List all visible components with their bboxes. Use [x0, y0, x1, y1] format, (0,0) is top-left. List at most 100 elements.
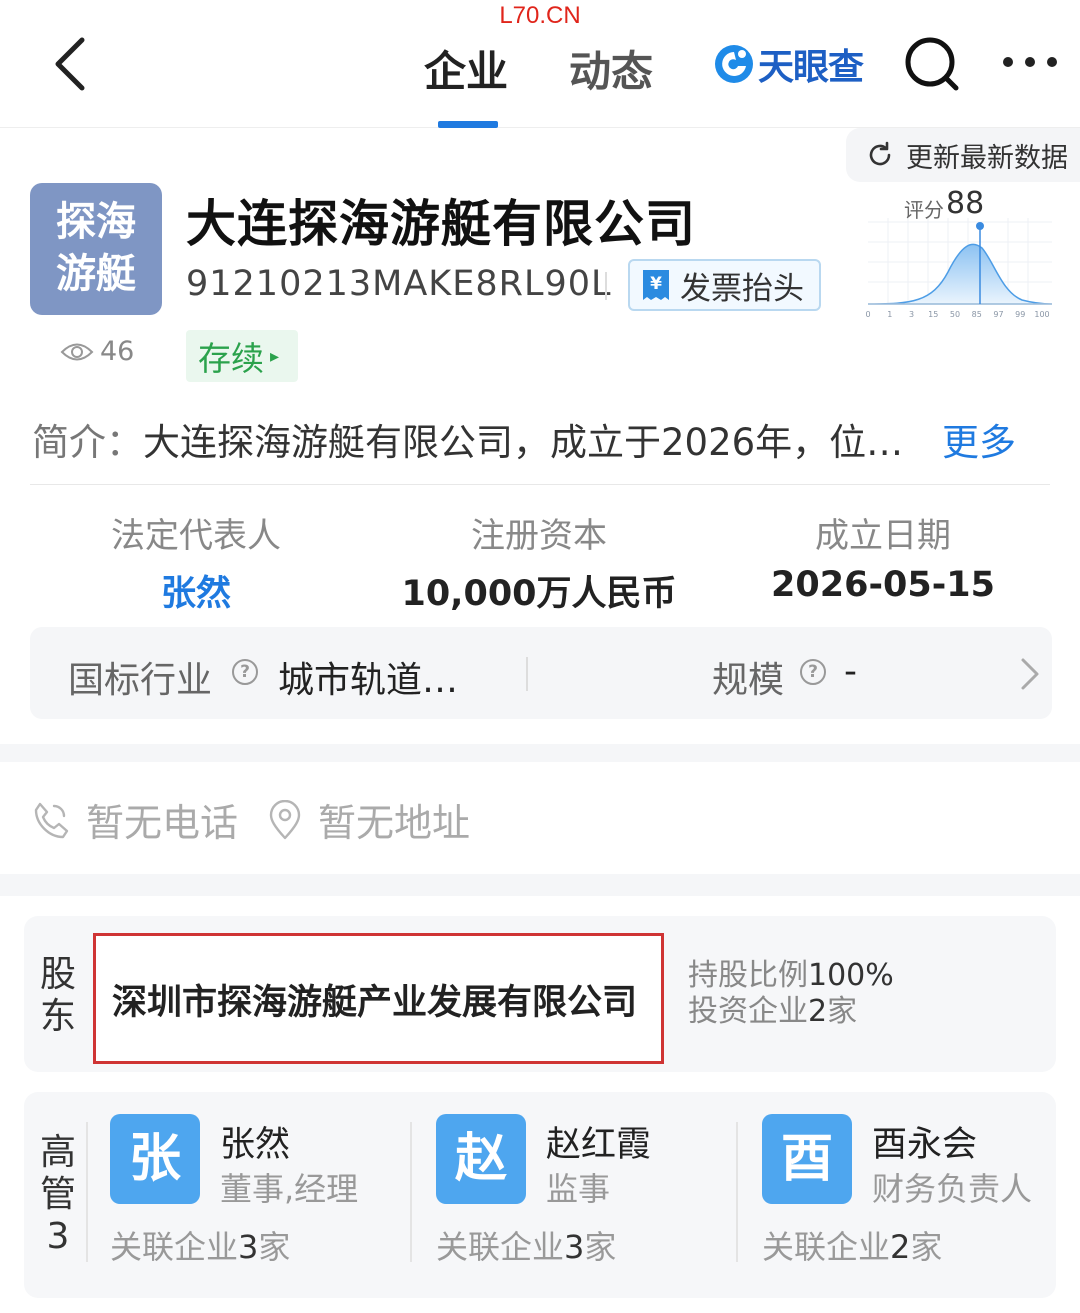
fact-label: 注册资本	[471, 516, 607, 556]
executive-item[interactable]: 赵 赵红霞 监事 关联企业3家	[436, 1112, 746, 1272]
fact-label: 成立日期	[815, 516, 951, 556]
scale-label: 规模	[712, 660, 785, 701]
related-count: 2	[890, 1228, 911, 1266]
refresh-data-button[interactable]: 更新最新数据	[846, 128, 1080, 182]
executives-section-label: 高 管 3	[30, 1132, 86, 1258]
related-count: 3	[238, 1228, 259, 1266]
logo-line-1: 探海	[56, 199, 136, 245]
score-label: 评分	[904, 198, 944, 222]
tab-news[interactable]: 动态	[569, 38, 653, 99]
views-number: 46	[100, 336, 135, 367]
divider	[736, 1122, 738, 1262]
section-divider	[30, 484, 1050, 485]
score-axis-tick: 15	[928, 310, 938, 319]
score-axis-tick: 50	[950, 310, 960, 319]
status-badge[interactable]: 存续 ▸	[186, 330, 298, 382]
fact-registered-capital: 注册资本 10,000万人民币	[369, 508, 709, 616]
address-contact[interactable]: 暂无地址	[268, 792, 470, 847]
company-logo: 探海 游艇	[30, 183, 162, 315]
search-icon[interactable]	[902, 34, 962, 94]
related-count: 3	[564, 1228, 585, 1266]
back-icon[interactable]	[48, 36, 92, 92]
tab-company[interactable]: 企业	[424, 38, 508, 99]
chevron-right-icon: ▸	[270, 345, 280, 367]
shareholder-name[interactable]: 深圳市探海游艇产业发展有限公司	[112, 974, 637, 1025]
label-char: 东	[39, 996, 76, 1037]
divider	[526, 657, 528, 691]
credit-code[interactable]: 91210213MAKE8RL90L	[186, 264, 611, 304]
svg-text:¥: ¥	[650, 274, 662, 294]
label-char: 股	[39, 954, 76, 995]
related-unit: 家	[584, 1228, 617, 1266]
help-icon[interactable]: ?	[800, 659, 826, 685]
divider	[410, 1122, 412, 1262]
intro-label: 简介：	[32, 421, 143, 464]
score-axis-tick: 100	[1034, 310, 1049, 319]
invest-label: 投资企业	[688, 994, 808, 1029]
help-icon[interactable]: ?	[232, 659, 258, 685]
phone-contact[interactable]: 暂无电话	[30, 792, 238, 847]
executive-item[interactable]: 酉 酉永会 财务负责人 关联企业2家	[762, 1112, 1072, 1272]
phone-text: 暂无电话	[86, 801, 239, 845]
status-label: 存续	[198, 339, 264, 378]
invest-unit: 家	[827, 994, 858, 1029]
score-axis-tick: 85	[972, 310, 982, 319]
scale-value: -	[844, 651, 857, 692]
active-tab-indicator	[438, 121, 498, 128]
avatar[interactable]: 赵	[436, 1114, 526, 1204]
ratio-label: 持股比例	[688, 958, 808, 993]
related-unit: 家	[910, 1228, 943, 1266]
executive-role: 监事	[546, 1170, 611, 1208]
fact-label: 法定代表人	[111, 516, 281, 556]
ratio-value: 100%	[808, 958, 894, 993]
refresh-label: 更新最新数据	[906, 142, 1068, 174]
score-chart[interactable]: 0 1 3 15 50 85 97 99 100 评分 88	[862, 186, 1056, 324]
score-axis-tick: 0	[865, 310, 870, 319]
logo-line-2: 游艇	[56, 251, 136, 297]
avatar[interactable]: 张	[110, 1114, 200, 1204]
intro-more-link[interactable]: 更多	[942, 412, 1016, 466]
related-companies[interactable]: 关联企业3家	[110, 1222, 290, 1268]
legal-rep-link[interactable]: 张然	[26, 565, 366, 616]
fact-value: 2026-05-15	[771, 565, 995, 605]
company-intro: 简介：大连探海游艇有限公司，成立于2026年，位…	[32, 412, 903, 466]
section-gap	[0, 874, 1080, 896]
brand-logo: 天眼查	[712, 42, 864, 88]
invested-companies[interactable]: 投资企业2家	[688, 994, 894, 1030]
invoice-icon: ¥	[643, 270, 669, 300]
more-icon[interactable]	[1000, 52, 1060, 72]
industry-scale-row[interactable]: 国标行业 ? 城市轨道… 规模 ? -	[30, 627, 1052, 719]
brand-name: 天眼查	[758, 47, 864, 88]
location-pin-icon	[269, 799, 301, 839]
related-label: 关联企业	[110, 1228, 239, 1266]
company-name: 大连探海游艇有限公司	[186, 195, 696, 253]
shareholding-ratio: 持股比例100%	[688, 958, 894, 994]
view-count: 46	[60, 336, 134, 367]
divider	[605, 272, 607, 300]
related-label: 关联企业	[762, 1228, 891, 1266]
shareholder-entry[interactable]: 深圳市探海游艇产业发展有限公司	[93, 933, 664, 1064]
invest-count: 2	[808, 994, 828, 1029]
related-companies[interactable]: 关联企业3家	[436, 1222, 616, 1268]
chevron-right-icon	[1021, 658, 1039, 690]
executive-name[interactable]: 赵红霞	[546, 1116, 651, 1167]
section-gap	[0, 744, 1080, 762]
avatar[interactable]: 酉	[762, 1114, 852, 1204]
fact-legal-rep[interactable]: 法定代表人 张然	[26, 508, 366, 616]
refresh-icon	[869, 141, 891, 166]
divider	[86, 1122, 88, 1262]
executive-name[interactable]: 张然	[220, 1116, 290, 1167]
fact-established-date: 成立日期 2026-05-15	[713, 508, 1053, 605]
score-value: 88	[946, 186, 985, 221]
score-axis-tick: 3	[909, 310, 914, 319]
executive-item[interactable]: 张 张然 董事,经理 关联企业3家	[110, 1112, 420, 1272]
shareholder-stats: 持股比例100% 投资企业2家	[688, 958, 894, 1030]
score-axis-tick: 1	[887, 310, 892, 319]
executive-name[interactable]: 酉永会	[872, 1116, 977, 1167]
related-unit: 家	[258, 1228, 291, 1266]
top-nav: 企业 动态 天眼查	[0, 0, 1080, 128]
label-char: 管	[39, 1174, 76, 1215]
invoice-title-button[interactable]: ¥ 发票抬头	[628, 259, 821, 311]
fact-value: 10,000万人民币	[401, 574, 677, 614]
related-companies[interactable]: 关联企业2家	[762, 1222, 942, 1268]
